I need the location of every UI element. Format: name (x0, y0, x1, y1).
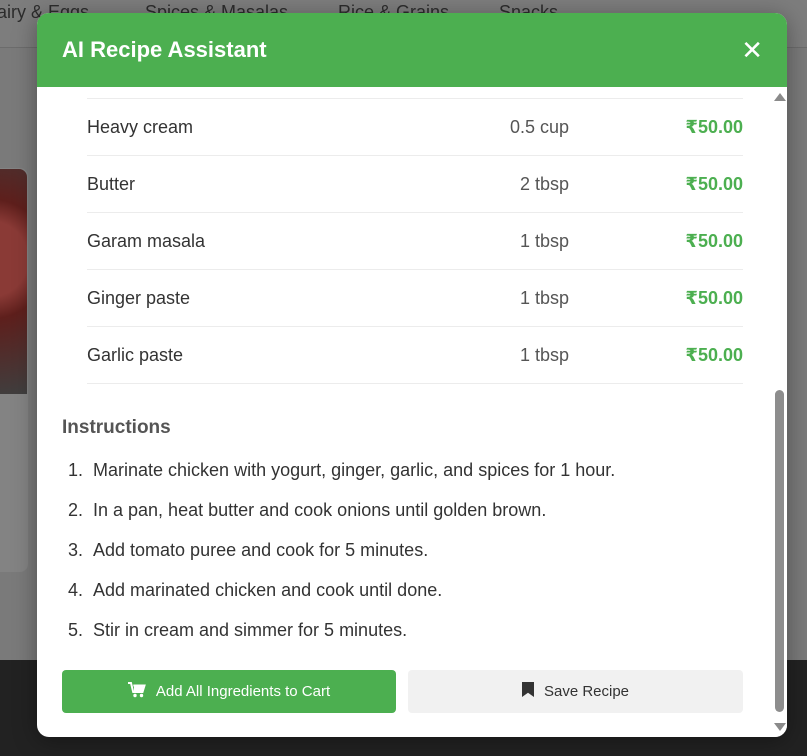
bookmark-icon (521, 682, 534, 701)
modal-body: Heavy cream 0.5 cup ₹50.00 Butter 2 tbsp… (37, 87, 771, 737)
modal-scrollbar[interactable] (771, 87, 787, 737)
instruction-step: 4. Add marinated chicken and cook until d… (62, 570, 615, 610)
ingredient-row: Ginger paste 1 tbsp ₹50.00 (87, 270, 743, 327)
instruction-step: 3. Add tomato puree and cook for 5 minute… (62, 530, 615, 570)
close-icon[interactable]: ✕ (741, 37, 763, 63)
ingredient-row: Garam masala 1 tbsp ₹50.00 (87, 213, 743, 270)
step-text: Add marinated chicken and cook until don… (93, 580, 443, 600)
save-recipe-label: Save Recipe (543, 683, 630, 700)
modal-header: AI Recipe Assistant ✕ (37, 13, 787, 87)
ingredient-price: ₹50.00 (685, 231, 743, 251)
ingredient-row: Heavy cream 0.5 cup ₹50.00 (87, 99, 743, 156)
ingredient-name: Heavy cream (87, 117, 194, 137)
step-number: 1. (68, 460, 84, 480)
step-text: In a pan, heat butter and cook onions un… (93, 500, 547, 520)
scrollbar-thumb[interactable] (775, 390, 784, 712)
add-all-to-cart-label: Add All Ingredients to Cart (155, 683, 331, 700)
background-product-image (0, 169, 27, 394)
ingredient-row: Garlic paste 1 tbsp ₹50.00 (87, 327, 743, 384)
ingredient-name: Ginger paste (87, 288, 191, 308)
ingredient-price: ₹50.00 (685, 288, 743, 308)
step-number: 3. (68, 540, 84, 560)
save-recipe-button[interactable]: Save Recipe (408, 670, 743, 713)
ingredient-quantity: 1 tbsp (519, 231, 569, 251)
recipe-assistant-modal: AI Recipe Assistant ✕ Heavy cream 0.5 cu… (37, 13, 787, 737)
instructions-heading: Instructions (62, 417, 171, 438)
modal-title: AI Recipe Assistant (62, 37, 267, 62)
ingredient-row: Butter 2 tbsp ₹50.00 (87, 156, 743, 213)
ingredient-price: ₹50.00 (685, 345, 743, 365)
ingredient-name: Butter (87, 174, 136, 194)
instruction-step: 1. Marinate chicken with yogurt, ginger, … (62, 450, 615, 490)
step-number: 5. (68, 620, 84, 640)
ingredient-price: ₹50.00 (685, 117, 743, 137)
scroll-up-arrow-icon[interactable] (774, 93, 786, 101)
step-text: Add tomato puree and cook for 5 minutes. (93, 540, 429, 560)
ingredient-quantity: 1 tbsp (519, 345, 569, 365)
ingredient-quantity: 2 tbsp (519, 174, 569, 194)
step-number: 2. (68, 500, 84, 520)
instruction-step: 5. Stir in cream and simmer for 5 minutes… (62, 610, 615, 650)
ingredient-name: Garlic paste (87, 345, 184, 365)
step-number: 4. (68, 580, 84, 600)
ingredient-quantity: 0.5 cup (509, 117, 569, 137)
step-text: Stir in cream and simmer for 5 minutes. (93, 620, 408, 640)
ingredient-name: Garam masala (87, 231, 206, 251)
cart-icon (127, 681, 146, 702)
step-text: Marinate chicken with yogurt, ginger, ga… (93, 460, 616, 480)
instructions-list: 1. Marinate chicken with yogurt, ginger, … (62, 450, 615, 650)
ingredient-price: ₹50.00 (685, 174, 743, 194)
scroll-down-arrow-icon[interactable] (774, 723, 786, 731)
add-all-to-cart-button[interactable]: Add All Ingredients to Cart (62, 670, 396, 713)
ingredient-quantity: 1 tbsp (519, 288, 569, 308)
instruction-step: 2. In a pan, heat butter and cook onions … (62, 490, 615, 530)
action-buttons: Add All Ingredients to Cart Save Recipe (62, 670, 743, 713)
